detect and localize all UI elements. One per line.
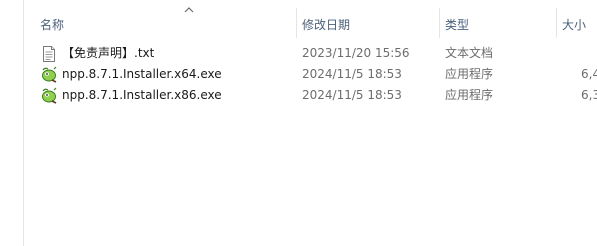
chevron-up-icon (184, 7, 194, 13)
file-name: npp.8.7.1.Installer.x64.exe (62, 67, 222, 81)
file-name: 【免责声明】.txt (62, 46, 155, 60)
file-date-modified: 2024/11/5 18:53 (302, 67, 402, 81)
notepad-plus-plus-icon (42, 87, 57, 104)
column-header-type[interactable]: 类型 (445, 16, 469, 34)
file-size: 6,4 (581, 67, 597, 81)
column-divider[interactable] (296, 8, 297, 38)
file-size: 6,3 (581, 88, 597, 102)
notepad-plus-plus-icon (42, 66, 57, 83)
file-row[interactable]: 【免责声明】.txt 2023/11/20 15:56 文本文档 (24, 43, 597, 64)
file-row[interactable]: npp.8.7.1.Installer.x86.exe 2024/11/5 18… (24, 85, 597, 106)
file-date-modified: 2024/11/5 18:53 (302, 88, 402, 102)
column-divider[interactable] (439, 8, 440, 38)
column-header-date-modified[interactable]: 修改日期 (302, 16, 350, 34)
column-header-bar: 名称 修改日期 类型 大小 (24, 0, 597, 38)
column-divider[interactable] (556, 8, 557, 38)
file-row[interactable]: npp.8.7.1.Installer.x64.exe 2024/11/5 18… (24, 64, 597, 85)
column-header-name[interactable]: 名称 (40, 16, 64, 34)
file-name: npp.8.7.1.Installer.x86.exe (62, 88, 222, 102)
navigation-pane-edge (0, 0, 24, 246)
text-document-icon (43, 46, 55, 62)
file-explorer-view: 名称 修改日期 类型 大小 【免责声明】.txt 2023/11/20 15:5… (0, 0, 597, 246)
file-type: 应用程序 (445, 67, 494, 81)
file-type: 文本文档 (445, 46, 494, 60)
column-header-size[interactable]: 大小 (562, 16, 586, 34)
file-list: 【免责声明】.txt 2023/11/20 15:56 文本文档 npp.8.7… (24, 43, 597, 106)
file-date-modified: 2023/11/20 15:56 (302, 46, 410, 60)
file-type: 应用程序 (445, 88, 494, 102)
